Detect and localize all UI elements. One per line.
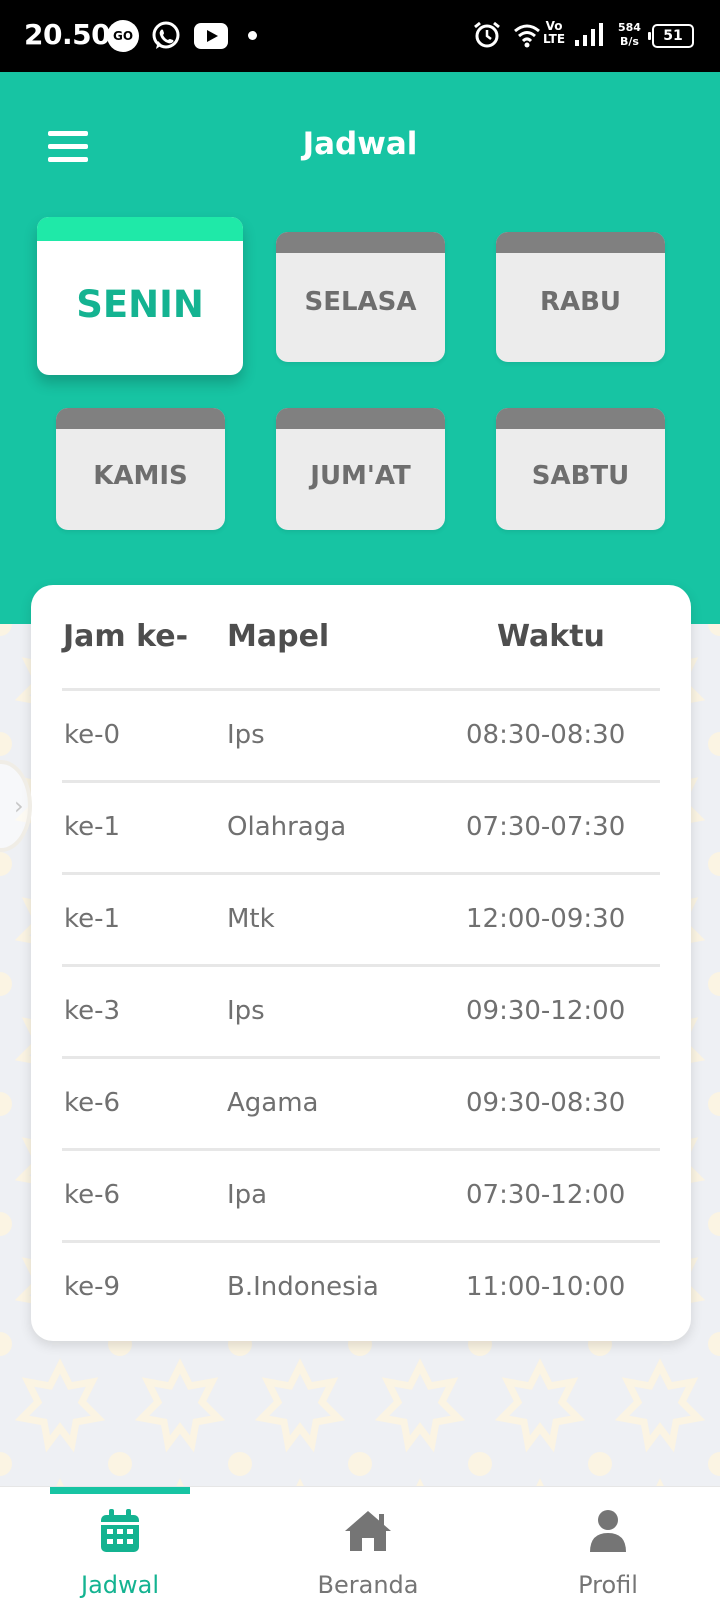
cell-jam: ke-3 [64, 996, 121, 1026]
cell-mapel: Agama [227, 1088, 319, 1118]
table-row: ke-9 B.Indonesia 11:00-10:00 [62, 1240, 660, 1332]
home-icon [345, 1511, 391, 1551]
day-tab-label: RABU [539, 287, 622, 317]
table-row: ke-1 Mtk 12:00-09:30 [62, 872, 660, 964]
whatsapp-icon [152, 21, 180, 49]
status-time: 20.50 [24, 18, 111, 51]
nav-label-jadwal: Jadwal [80, 1571, 160, 1599]
nav-label-beranda: Beranda [317, 1571, 419, 1599]
day-tab-jumat[interactable]: JUM'AT [276, 408, 445, 530]
network-bottom-label: LTE [543, 32, 566, 46]
table-row: ke-6 Agama 09:30-08:30 [62, 1056, 660, 1148]
day-tab-label: SABTU [531, 461, 630, 491]
user-icon [590, 1510, 626, 1552]
table-row: ke-6 Ipa 07:30-12:00 [62, 1148, 660, 1240]
chevron-right-icon: › [14, 792, 24, 820]
cell-mapel: Ips [227, 720, 265, 750]
cell-waktu: 12:00-09:30 [466, 904, 626, 934]
day-tab-label: JUM'AT [310, 461, 411, 491]
signal-icon [575, 23, 603, 46]
cell-waktu: 11:00-10:00 [466, 1272, 626, 1302]
cell-mapel: Ips [227, 996, 265, 1026]
day-tab-kamis[interactable]: KAMIS [56, 408, 225, 530]
cell-mapel: B.Indonesia [227, 1272, 379, 1302]
speed-value: 584 [618, 21, 641, 34]
cell-jam: ke-1 [64, 812, 121, 842]
notification-dot-icon [248, 31, 257, 40]
youtube-icon [194, 23, 228, 49]
calendar-icon [101, 1509, 139, 1552]
cell-waktu: 07:30-07:30 [466, 812, 626, 842]
nav-item-jadwal[interactable]: Jadwal [20, 1487, 220, 1612]
column-header-mapel: Mapel [227, 619, 330, 654]
nav-item-beranda[interactable]: Beranda [268, 1487, 468, 1612]
network-type: Vo LTE [543, 20, 565, 46]
cell-waktu: 09:30-12:00 [466, 996, 626, 1026]
cell-jam: ke-0 [64, 720, 121, 750]
day-tab-rabu[interactable]: RABU [496, 232, 665, 362]
page-title: Jadwal [302, 126, 418, 162]
status-bar: 20.50 GO Vo LTE 584 B/s 51 [0, 0, 720, 72]
bottom-navigation: Jadwal Beranda Profil [0, 1486, 720, 1612]
battery-icon: 51 [648, 24, 694, 48]
gojek-icon: GO [107, 20, 139, 52]
cell-mapel: Mtk [227, 904, 275, 934]
cell-waktu: 07:30-12:00 [466, 1180, 626, 1210]
cell-mapel: Ipa [227, 1180, 268, 1210]
cell-jam: ke-9 [64, 1272, 121, 1302]
day-tab-label: SENIN [76, 283, 204, 326]
cell-waktu: 09:30-08:30 [466, 1088, 626, 1118]
column-header-waktu: Waktu [497, 619, 605, 654]
nav-label-profil: Profil [578, 1571, 638, 1599]
day-tab-senin[interactable]: SENIN [37, 217, 243, 375]
day-tab-label: KAMIS [93, 461, 188, 491]
schedule-table: Jam ke- Mapel Waktu ke-0 Ips 08:30-08:30… [31, 585, 691, 1341]
cell-mapel: Olahraga [227, 812, 347, 842]
wifi-icon [514, 24, 540, 48]
table-row: ke-0 Ips 08:30-08:30 [62, 688, 660, 780]
table-row: ke-3 Ips 09:30-12:00 [62, 964, 660, 1056]
speed-unit: B/s [620, 35, 639, 48]
cell-jam: ke-6 [64, 1180, 121, 1210]
table-row: ke-1 Olahraga 07:30-07:30 [62, 780, 660, 872]
alarm-icon [474, 21, 500, 48]
network-speed: 584 B/s [618, 21, 641, 49]
cell-waktu: 08:30-08:30 [466, 720, 626, 750]
day-tab-selasa[interactable]: SELASA [276, 232, 445, 362]
nav-item-profil[interactable]: Profil [508, 1487, 708, 1612]
column-header-jam: Jam ke- [63, 619, 189, 654]
cell-jam: ke-1 [64, 904, 121, 934]
cell-jam: ke-6 [64, 1088, 121, 1118]
day-tab-sabtu[interactable]: SABTU [496, 408, 665, 530]
day-tab-label: SELASA [304, 287, 417, 317]
